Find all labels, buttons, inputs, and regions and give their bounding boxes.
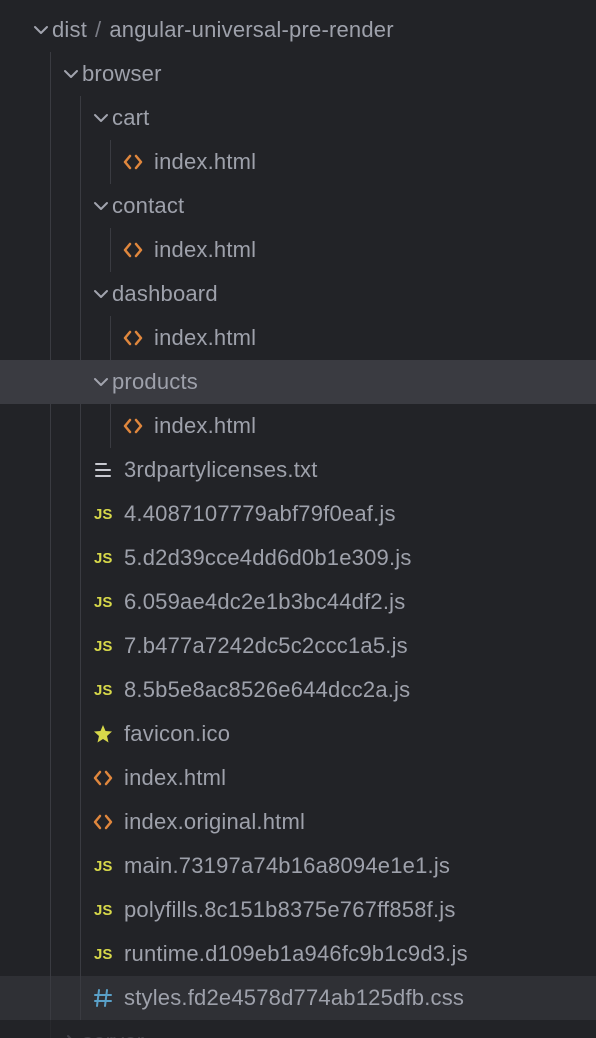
html-icon	[120, 416, 146, 436]
file-label: index.original.html	[124, 809, 305, 835]
file-label: 3rdpartylicenses.txt	[124, 457, 318, 483]
file-label: runtime.d109eb1a946fc9b1c9d3.js	[124, 941, 468, 967]
chevron-down-icon	[60, 66, 82, 82]
js-icon: JS	[90, 856, 116, 876]
tree-file-chunk6[interactable]: JS 6.059ae4dc2e1b3bc44df2.js	[0, 580, 596, 624]
file-tree: dist/angular-universal-pre-render browse…	[0, 0, 596, 1038]
tree-folder-browser[interactable]: browser	[0, 52, 596, 96]
chevron-down-icon	[90, 110, 112, 126]
js-icon: JS	[90, 944, 116, 964]
tree-file-chunk4[interactable]: JS 4.4087107779abf79f0eaf.js	[0, 492, 596, 536]
folder-label: browser	[82, 61, 162, 87]
file-label: 7.b477a7242dc5c2ccc1a5.js	[124, 633, 408, 659]
file-label: main.73197a74b16a8094e1e1.js	[124, 853, 450, 879]
svg-text:JS: JS	[94, 594, 112, 611]
tree-file-favicon[interactable]: favicon.ico	[0, 712, 596, 756]
svg-text:JS: JS	[94, 902, 112, 919]
chevron-right-icon	[60, 1034, 82, 1038]
tree-folder-dashboard[interactable]: dashboard	[0, 272, 596, 316]
chevron-down-icon	[90, 286, 112, 302]
file-label: index.html	[124, 765, 226, 791]
tree-file-polyfills[interactable]: JS polyfills.8c151b8375e767ff858f.js	[0, 888, 596, 932]
file-label: styles.fd2e4578d774ab125dfb.css	[124, 985, 464, 1011]
tree-file-index-original[interactable]: index.original.html	[0, 800, 596, 844]
file-label: index.html	[154, 325, 256, 351]
tree-file-runtime[interactable]: JS runtime.d109eb1a946fc9b1c9d3.js	[0, 932, 596, 976]
svg-text:JS: JS	[94, 638, 112, 655]
file-label: index.html	[154, 149, 256, 175]
file-label: 4.4087107779abf79f0eaf.js	[124, 501, 396, 527]
js-icon: JS	[90, 592, 116, 612]
tree-file-cart-index[interactable]: index.html	[0, 140, 596, 184]
folder-label: cart	[112, 105, 149, 131]
html-icon	[120, 240, 146, 260]
chevron-down-icon	[30, 22, 52, 38]
tree-folder-dist[interactable]: dist/angular-universal-pre-render	[0, 8, 596, 52]
tree-file-licenses[interactable]: 3rdpartylicenses.txt	[0, 448, 596, 492]
svg-text:JS: JS	[94, 946, 112, 963]
tree-file-contact-index[interactable]: index.html	[0, 228, 596, 272]
svg-text:JS: JS	[94, 506, 112, 523]
tree-folder-cart[interactable]: cart	[0, 96, 596, 140]
tree-file-main[interactable]: JS main.73197a74b16a8094e1e1.js	[0, 844, 596, 888]
js-icon: JS	[90, 636, 116, 656]
file-label: index.html	[154, 413, 256, 439]
html-icon	[90, 768, 116, 788]
js-icon: JS	[90, 900, 116, 920]
svg-text:JS: JS	[94, 682, 112, 699]
file-label: 5.d2d39cce4dd6d0b1e309.js	[124, 545, 412, 571]
folder-label: contact	[112, 193, 184, 219]
html-icon	[120, 152, 146, 172]
js-icon: JS	[90, 548, 116, 568]
tree-file-chunk7[interactable]: JS 7.b477a7242dc5c2ccc1a5.js	[0, 624, 596, 668]
file-label: polyfills.8c151b8375e767ff858f.js	[124, 897, 456, 923]
js-icon: JS	[90, 680, 116, 700]
tree-file-chunk8[interactable]: JS 8.5b5e8ac8526e644dcc2a.js	[0, 668, 596, 712]
tree-file-chunk5[interactable]: JS 5.d2d39cce4dd6d0b1e309.js	[0, 536, 596, 580]
tree-folder-contact[interactable]: contact	[0, 184, 596, 228]
file-label: 6.059ae4dc2e1b3bc44df2.js	[124, 589, 405, 615]
file-label: index.html	[154, 237, 256, 263]
css-icon	[90, 988, 116, 1008]
html-icon	[90, 812, 116, 832]
text-icon	[90, 460, 116, 480]
tree-file-dashboard-index[interactable]: index.html	[0, 316, 596, 360]
svg-text:JS: JS	[94, 550, 112, 567]
file-label: 8.5b5e8ac8526e644dcc2a.js	[124, 677, 410, 703]
tree-folder-products[interactable]: products	[0, 360, 596, 404]
folder-label: dist/angular-universal-pre-render	[52, 17, 394, 43]
chevron-down-icon	[90, 198, 112, 214]
tree-folder-server[interactable]: server	[0, 1020, 596, 1038]
tree-file-styles[interactable]: styles.fd2e4578d774ab125dfb.css	[0, 976, 596, 1020]
folder-label: dashboard	[112, 281, 218, 307]
chevron-down-icon	[90, 374, 112, 390]
html-icon	[120, 328, 146, 348]
file-label: favicon.ico	[124, 721, 230, 747]
folder-label: products	[112, 369, 198, 395]
favicon-icon	[90, 724, 116, 744]
js-icon: JS	[90, 504, 116, 524]
tree-file-index[interactable]: index.html	[0, 756, 596, 800]
folder-label: server	[82, 1029, 144, 1038]
tree-file-products-index[interactable]: index.html	[0, 404, 596, 448]
svg-text:JS: JS	[94, 858, 112, 875]
